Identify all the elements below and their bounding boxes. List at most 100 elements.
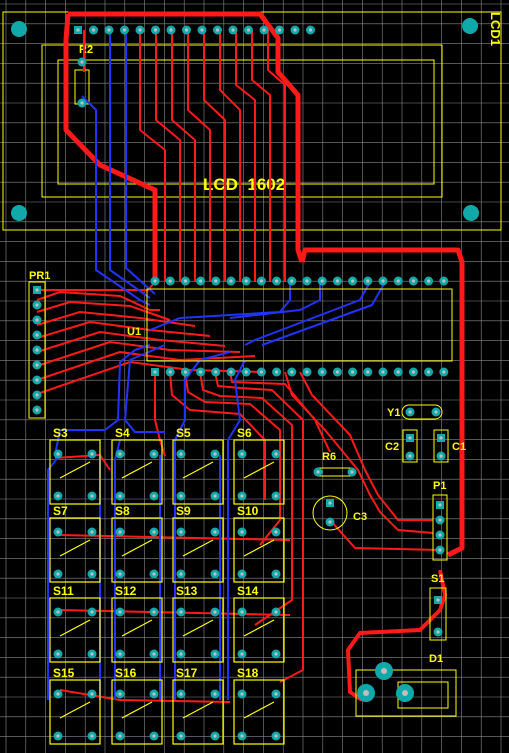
lcd-header-pad-hole bbox=[200, 28, 204, 32]
switch-pad-hole bbox=[56, 452, 60, 456]
switch-pad-hole bbox=[240, 494, 244, 498]
pr1-pad-hole bbox=[35, 288, 39, 292]
switch-label: S10 bbox=[237, 504, 259, 518]
switch-pad-hole bbox=[274, 572, 278, 576]
r2-label: R2 bbox=[79, 44, 93, 56]
switch-pad-hole bbox=[179, 610, 183, 614]
s1-pad-hole bbox=[436, 598, 440, 602]
u1-pad-top-hole bbox=[366, 279, 370, 283]
switch-pad-hole bbox=[118, 610, 122, 614]
switch-pad-hole bbox=[179, 572, 183, 576]
switch-pad-hole bbox=[213, 692, 217, 696]
switch-pad-hole bbox=[240, 572, 244, 576]
switch-pad-hole bbox=[274, 734, 278, 738]
u1-pad-bottom-hole bbox=[381, 370, 385, 374]
lcd-mount-hole-br bbox=[463, 205, 479, 221]
lcd-mount-hole-tl bbox=[11, 21, 27, 37]
switch-pad-hole bbox=[152, 452, 156, 456]
r2-pad-hole bbox=[80, 101, 84, 105]
pr1-pad-hole bbox=[35, 348, 39, 352]
d1-pad-hole bbox=[363, 690, 369, 696]
switch-pad-hole bbox=[213, 452, 217, 456]
pr1-label: PR1 bbox=[29, 270, 50, 282]
pr1-pad-hole bbox=[35, 318, 39, 322]
u1-pad-top-hole bbox=[290, 279, 294, 283]
switch-label: S15 bbox=[53, 666, 75, 680]
switch-pad-hole bbox=[274, 452, 278, 456]
switch-pad-hole bbox=[213, 652, 217, 656]
u1-pad-top-hole bbox=[396, 279, 400, 283]
lcd-header-pad-hole bbox=[277, 28, 282, 32]
u1-pad-top-hole bbox=[183, 279, 187, 283]
u1-pad-top-hole bbox=[335, 279, 339, 283]
pr1-pad-hole bbox=[35, 393, 39, 397]
u1-pad-bottom-hole bbox=[199, 370, 203, 374]
u1-pad-bottom-hole bbox=[290, 370, 294, 374]
pr1-pad-hole bbox=[35, 303, 39, 307]
p1-label: P1 bbox=[433, 480, 446, 492]
switch-pad-hole bbox=[152, 494, 156, 498]
y1-pad-hole bbox=[408, 410, 412, 414]
switch-pad-hole bbox=[118, 572, 122, 576]
lcd-header-pad-hole bbox=[91, 28, 96, 32]
switch-pad-hole bbox=[56, 494, 60, 498]
switch-label: S12 bbox=[115, 584, 137, 598]
switch-pad-hole bbox=[179, 652, 183, 656]
lcd-header-pad-hole bbox=[231, 28, 235, 32]
switch-pad-hole bbox=[240, 734, 244, 738]
s1-label: S1 bbox=[431, 573, 444, 585]
c3-label: C3 bbox=[353, 511, 367, 523]
u1-pad-top-hole bbox=[320, 279, 324, 283]
u1-pad-top-hole bbox=[153, 279, 157, 283]
switch-pad-hole bbox=[56, 652, 60, 656]
switch-pad-hole bbox=[118, 530, 122, 534]
lcd-header-pad-hole bbox=[184, 28, 189, 32]
u1-label: U1 bbox=[127, 326, 141, 338]
u1-pad-bottom-hole bbox=[351, 370, 355, 374]
switch-label: S8 bbox=[115, 504, 130, 518]
lcd-mount-hole-tr bbox=[462, 18, 478, 34]
u1-pad-bottom-hole bbox=[427, 370, 431, 374]
u1-pad-top-hole bbox=[214, 279, 218, 283]
switch-label: S4 bbox=[115, 426, 130, 440]
switch-pad-hole bbox=[179, 530, 183, 534]
switch-pad-hole bbox=[90, 734, 94, 738]
lcd-ref-label: LCD1 bbox=[488, 12, 503, 46]
switch-pad-hole bbox=[56, 572, 60, 576]
s1-pad-hole bbox=[436, 630, 440, 634]
lcd-header-pad-hole bbox=[169, 28, 173, 32]
pr1-pad-hole bbox=[35, 363, 39, 367]
switch-pad-hole bbox=[118, 734, 122, 738]
u1-pad-bottom-hole bbox=[366, 370, 370, 374]
u1-pad-bottom-hole bbox=[244, 370, 248, 374]
r6-pad-hole bbox=[316, 470, 320, 474]
switch-pad-hole bbox=[213, 734, 217, 738]
switch-pad-hole bbox=[274, 652, 278, 656]
p1-pad-hole bbox=[438, 533, 442, 537]
r2-pad-hole bbox=[80, 60, 84, 64]
y1-pad-hole bbox=[434, 410, 438, 414]
switch-pad-hole bbox=[152, 692, 156, 696]
switch-pad-hole bbox=[152, 572, 156, 576]
switch-pad-hole bbox=[56, 530, 60, 534]
switch-pad-hole bbox=[152, 530, 156, 534]
switch-pad-hole bbox=[179, 494, 183, 498]
lcd-header-pad-hole bbox=[293, 28, 297, 32]
lcd-header-pad-hole bbox=[215, 28, 220, 32]
lcd-mount-hole-bl bbox=[11, 205, 27, 221]
switch-pad-hole bbox=[240, 610, 244, 614]
switch-pad-hole bbox=[90, 652, 94, 656]
switch-pad-hole bbox=[152, 652, 156, 656]
switch-pad-hole bbox=[90, 530, 94, 534]
switch-pad-hole bbox=[213, 610, 217, 614]
c2-label: C2 bbox=[385, 441, 399, 453]
c3-pad-hole bbox=[328, 520, 332, 524]
switch-pad-hole bbox=[213, 572, 217, 576]
switch-label: S9 bbox=[176, 504, 191, 518]
y1-label: Y1 bbox=[387, 407, 400, 419]
c1-label: C1 bbox=[452, 441, 466, 453]
switch-pad-hole bbox=[213, 494, 217, 498]
lcd-header-pad-hole bbox=[122, 28, 127, 32]
switch-pad-hole bbox=[90, 572, 94, 576]
switch-pad-hole bbox=[240, 652, 244, 656]
